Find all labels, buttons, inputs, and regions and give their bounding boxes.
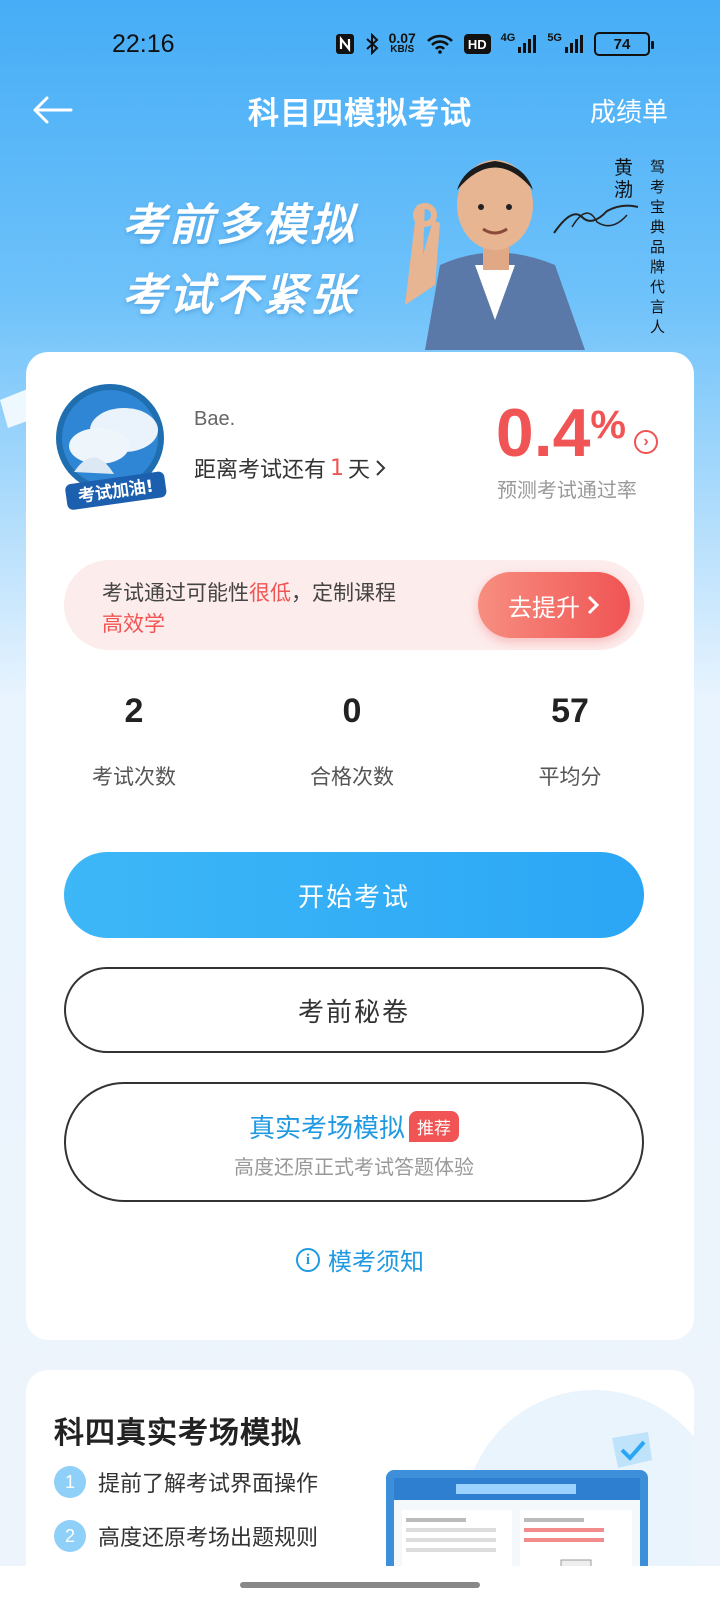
status-bar: 22:16 0.07 KB/S HD 4G 5G 74 [0, 0, 720, 92]
feature-number: 2 [54, 1520, 86, 1552]
improve-button[interactable]: 去提升 [478, 572, 630, 638]
chevron-right-icon [376, 460, 386, 476]
countdown-suffix: 天 [348, 458, 371, 483]
stat-pass-count: 0 合格次数 [262, 692, 442, 791]
improve-text: 考试通过可能性很低，定制课程 高效学 [102, 578, 462, 640]
endorser-name: 黄渤 [614, 157, 634, 201]
real-sim-button[interactable]: 真实考场模拟 推荐 高度还原正式考试答题体验 [64, 1082, 644, 1202]
chevron-circle-right-icon[interactable]: › [634, 430, 658, 454]
countdown-days: 1 [330, 455, 345, 481]
improve-button-label: 去提升 [508, 593, 580, 622]
start-exam-button[interactable]: 开始考试 [64, 852, 644, 938]
slogan-line-2: 考试不紧张 [122, 270, 357, 321]
exam-stats: 2 考试次数 0 合格次数 57 平均分 [26, 692, 694, 812]
pass-rate-unit: % [590, 403, 626, 447]
endorser-photo [405, 160, 585, 350]
exam-notice-label: 模考须知 [328, 1248, 424, 1276]
network-speed-value: 0.07 [388, 30, 416, 46]
feature-item: 1 提前了解考试界面操作 [54, 1466, 318, 1498]
improve-text-middle: ，定制课程 [291, 581, 396, 605]
signal-5g-label: 5G [547, 32, 562, 44]
stat-label: 考试次数 [92, 765, 176, 789]
stat-exam-count: 2 考试次数 [44, 692, 224, 791]
exam-countdown[interactable]: 距离考试还有 1 天 [194, 452, 388, 484]
feature-item: 2 高度还原考场出题规则 [54, 1520, 318, 1552]
promo-banner[interactable]: 考前多模拟 考试不紧张 黄渤 驾考宝典品牌代言人 [0, 145, 720, 428]
hd-label: HD [467, 36, 487, 52]
improve-banner[interactable]: 考试通过可能性很低，定制课程 高效学 去提升 [64, 560, 644, 650]
network-speed: 0.07 KB/S [388, 30, 416, 55]
real-sim-subtitle: 高度还原正式考试答题体验 [234, 1155, 474, 1179]
avatar[interactable]: 考试加油! [54, 382, 172, 510]
status-time: 22:16 [112, 30, 175, 58]
pass-rate[interactable]: 0.4 % › 预测考试通过率 [496, 386, 658, 503]
stat-value: 0 [342, 692, 362, 730]
info-icon: i [296, 1247, 320, 1272]
pass-rate-value-row: 0.4 % › [496, 386, 658, 472]
improve-text-highlight2: 高效学 [102, 612, 165, 636]
hd-icon: HD [463, 34, 491, 54]
section-title: 科四真实考场模拟 [54, 1416, 302, 1451]
secret-paper-button[interactable]: 考前秘卷 [64, 967, 644, 1053]
feature-text: 提前了解考试界面操作 [98, 1472, 319, 1497]
network-speed-unit: KB/S [390, 44, 415, 55]
endorser-title: 驾考宝典品牌代言人 [650, 158, 666, 336]
countdown-prefix: 距离考试还有 [194, 458, 327, 483]
chevron-right-icon [587, 595, 600, 615]
signature-icon [553, 204, 639, 234]
exam-summary-card: 考试加油! Bae. 距离考试还有 1 天 0.4 % › 预测考试通过率 考试… [26, 352, 694, 1340]
signal-5g-icon: 5G [547, 32, 584, 56]
nfc-icon [335, 32, 355, 56]
pass-rate-value: 0.4 [495, 395, 591, 471]
feature-text: 高度还原考场出题规则 [98, 1526, 319, 1551]
real-sim-title: 真实考场模拟 [248, 1114, 405, 1144]
pass-rate-label: 预测考试通过率 [496, 478, 637, 502]
score-report-link[interactable]: 成绩单 [590, 92, 668, 129]
banner-slogan: 考前多模拟 考试不紧张 [122, 191, 357, 331]
bluetooth-icon [365, 32, 379, 56]
stat-label: 平均分 [538, 765, 602, 789]
feature-number: 1 [54, 1466, 86, 1498]
battery-indicator: 74 [594, 32, 654, 56]
nav-bar: 科目四模拟考试 成绩单 [0, 80, 720, 140]
user-name: Bae. [194, 408, 236, 430]
real-sim-title-row: 真实考场模拟 推荐 [66, 1108, 642, 1145]
slogan-line-1: 考前多模拟 [122, 200, 357, 251]
wifi-icon [426, 32, 454, 56]
exam-notice-link[interactable]: i 模考须知 [26, 1242, 694, 1277]
stat-label: 合格次数 [310, 765, 394, 789]
stat-average-score: 57 平均分 [480, 692, 660, 791]
stat-value: 2 [124, 692, 144, 730]
recommend-badge: 推荐 [409, 1111, 459, 1142]
improve-text-prefix: 考试通过可能性 [102, 581, 249, 605]
signal-4g-icon: 4G [501, 32, 538, 56]
signal-4g-label: 4G [500, 32, 516, 44]
battery-level: 74 [613, 35, 631, 53]
stat-value: 57 [551, 692, 589, 730]
home-indicator[interactable] [240, 1582, 480, 1588]
status-icons: 0.07 KB/S HD 4G 5G 74 [335, 30, 654, 56]
improve-text-highlight: 很低 [249, 581, 291, 605]
